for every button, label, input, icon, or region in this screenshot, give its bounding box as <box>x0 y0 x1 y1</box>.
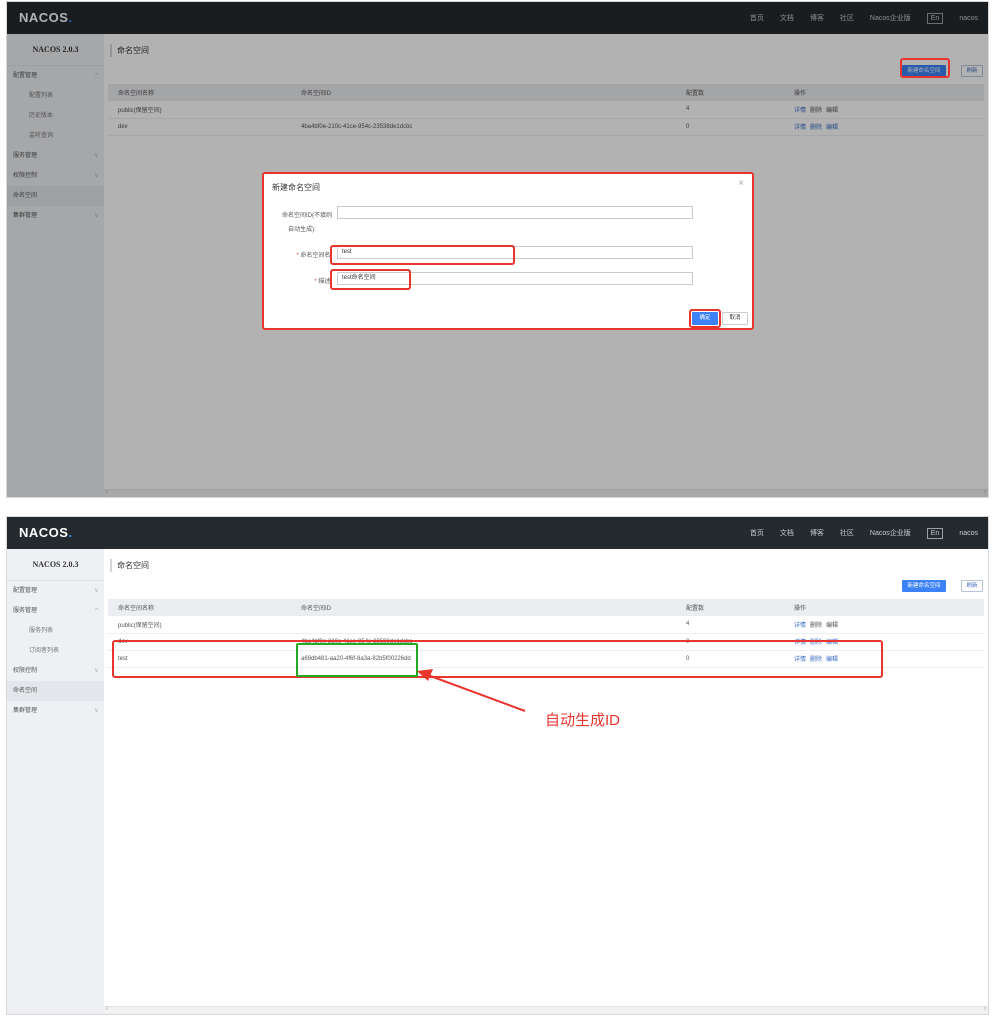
cancel-button[interactable]: 取消 <box>722 312 748 325</box>
arrow-head <box>417 669 433 681</box>
close-icon[interactable]: × <box>738 178 744 189</box>
namespace-id-label: 命名空间ID(不填则 <box>282 213 332 219</box>
highlight-confirm-button <box>689 309 721 328</box>
highlight-description-input <box>330 269 411 290</box>
namespace-name-label: * 命名空间名: <box>296 253 332 259</box>
screenshot-create-namespace: NACOS. 首页 文档 博客 社区 Nacos企业版 En nacos NAC… <box>6 1 989 498</box>
annotation-label: 自动生成ID <box>545 712 621 729</box>
arrow-icon <box>417 669 526 712</box>
dialog-title: 新建命名空间 <box>272 183 320 192</box>
arrow-line <box>424 673 526 712</box>
namespace-id-input[interactable] <box>337 206 693 219</box>
namespace-id-label-2: 自动生成): <box>288 227 316 233</box>
highlight-new-namespace-button <box>900 58 950 78</box>
description-label: * 描述: <box>314 279 332 285</box>
highlight-name-input <box>330 245 515 265</box>
screenshot-namespace-list: NACOS. 首页 文档 博客 社区 Nacos企业版 En nacos NAC… <box>6 516 989 1015</box>
new-namespace-dialog: 新建命名空间 × 命名空间ID(不填则 自动生成): * 命名空间名: test… <box>262 172 754 330</box>
